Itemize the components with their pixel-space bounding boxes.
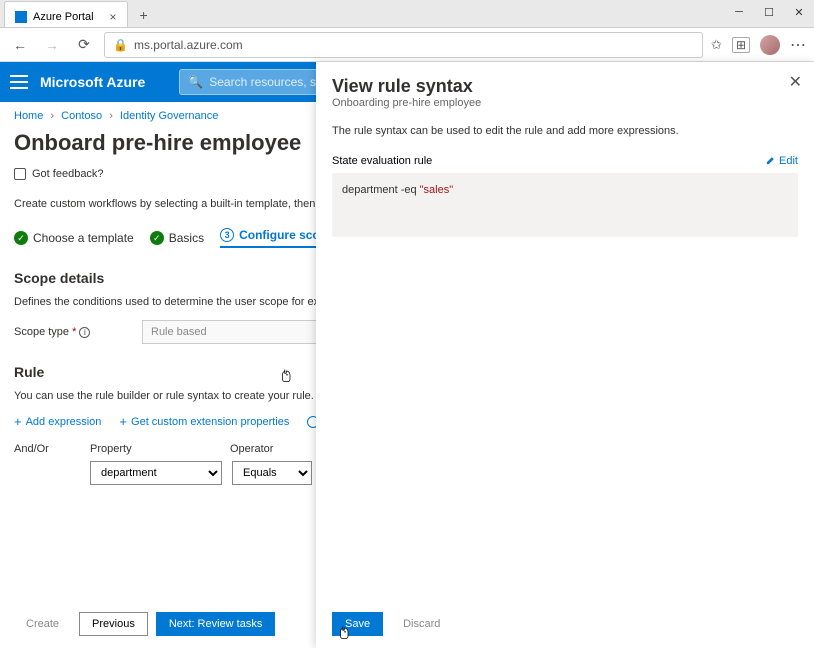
get-custom-properties-link[interactable]: + Get custom extension properties: [119, 414, 289, 429]
pencil-icon: [765, 156, 775, 166]
tab-favicon: [15, 11, 27, 23]
edit-link[interactable]: Edit: [765, 155, 798, 167]
window-controls: ─ ☐ ✕: [724, 0, 814, 24]
check-icon: ✓: [150, 231, 164, 245]
panel-footer: Save Discard: [332, 612, 452, 636]
discard-button[interactable]: Discard: [391, 612, 452, 636]
state-rule-label: State evaluation rule: [332, 155, 432, 167]
plus-icon: +: [14, 414, 22, 429]
extensions-icon[interactable]: ⊞: [732, 37, 750, 53]
state-rule-row: State evaluation rule Edit: [332, 155, 798, 167]
minimize-button[interactable]: ─: [724, 0, 754, 24]
rule-syntax-panel: ✕ View rule syntax Onboarding pre-hire e…: [316, 62, 814, 648]
crumb-identity-gov[interactable]: Identity Governance: [120, 110, 218, 122]
panel-close-button[interactable]: ✕: [789, 72, 802, 92]
feedback-icon: [14, 168, 26, 180]
back-button[interactable]: ←: [8, 33, 32, 57]
panel-title: View rule syntax: [332, 76, 798, 97]
add-expression-link[interactable]: + Add expression: [14, 414, 101, 429]
col-operator: Operator: [230, 443, 310, 455]
col-andor: And/Or: [14, 443, 90, 455]
menu-toggle[interactable]: [10, 75, 28, 89]
panel-subtitle: Onboarding pre-hire employee: [332, 97, 798, 109]
check-icon: ✓: [14, 231, 28, 245]
azure-brand[interactable]: Microsoft Azure: [40, 74, 145, 90]
wizard-footer: Create Previous Next: Review tasks: [14, 612, 275, 636]
step-choose-template[interactable]: ✓ Choose a template: [14, 231, 134, 245]
tab-title: Azure Portal: [33, 11, 94, 23]
tab-close-icon[interactable]: ×: [110, 10, 117, 24]
search-icon: 🔍: [188, 75, 203, 89]
browser-tab[interactable]: Azure Portal ×: [4, 1, 128, 27]
reading-view-icon[interactable]: ✩: [711, 37, 722, 53]
property-select[interactable]: department: [90, 461, 222, 485]
plus-icon: +: [119, 414, 127, 429]
save-button[interactable]: Save: [332, 612, 383, 636]
browser-toolbar: ← → ⟳ 🔒 ms.portal.azure.com ✩ ⊞ ⋯: [0, 28, 814, 62]
step-basics[interactable]: ✓ Basics: [150, 231, 204, 245]
close-window-button[interactable]: ✕: [784, 0, 814, 24]
next-button[interactable]: Next: Review tasks: [156, 612, 276, 636]
profile-avatar[interactable]: [760, 35, 780, 55]
url-bar[interactable]: 🔒 ms.portal.azure.com: [104, 32, 703, 58]
maximize-button[interactable]: ☐: [754, 0, 784, 24]
scope-type-label: Scope type *i: [14, 326, 142, 338]
url-text: ms.portal.azure.com: [134, 38, 243, 52]
step-number-icon: 3: [220, 228, 234, 242]
refresh-button[interactable]: ⟳: [72, 33, 96, 57]
previous-button[interactable]: Previous: [79, 612, 148, 636]
crumb-home[interactable]: Home: [14, 110, 43, 122]
rule-syntax-code[interactable]: department -eq "sales": [332, 173, 798, 237]
crumb-contoso[interactable]: Contoso: [61, 110, 102, 122]
scope-type-input: [142, 320, 342, 344]
operator-select[interactable]: Equals: [232, 461, 312, 485]
lock-icon: 🔒: [113, 38, 128, 52]
info-icon[interactable]: i: [79, 327, 90, 338]
create-button[interactable]: Create: [14, 612, 71, 636]
menu-icon[interactable]: ⋯: [790, 35, 806, 55]
col-property: Property: [90, 443, 230, 455]
new-tab-button[interactable]: +: [132, 3, 156, 27]
forward-button[interactable]: →: [40, 33, 64, 57]
browser-tab-strip: Azure Portal × + ─ ☐ ✕: [0, 0, 814, 28]
panel-desc: The rule syntax can be used to edit the …: [332, 125, 798, 137]
